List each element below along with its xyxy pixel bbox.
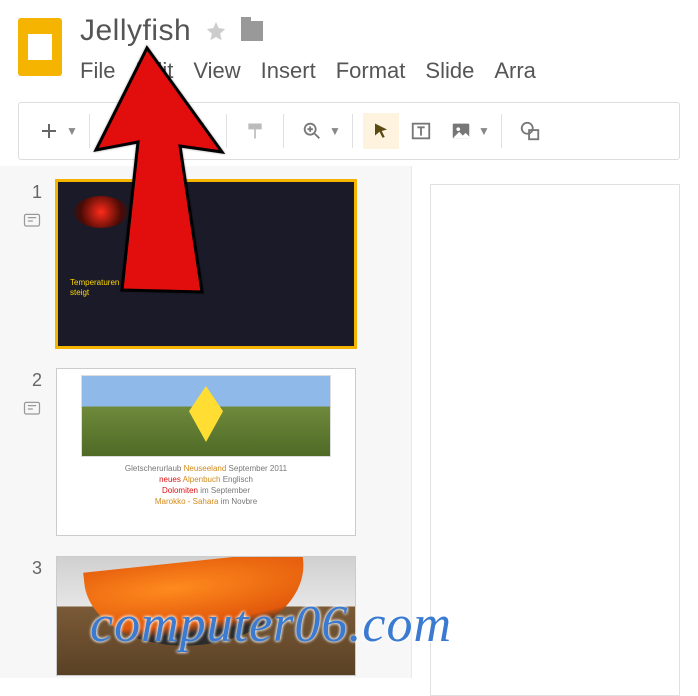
move-folder-icon[interactable] bbox=[241, 21, 263, 41]
star-icon[interactable] bbox=[205, 20, 227, 42]
speaker-notes-icon[interactable] bbox=[22, 211, 42, 227]
menu-bar: File Edit View Insert Format Slide Arra bbox=[80, 56, 536, 84]
slide-number: 3 bbox=[22, 556, 42, 579]
menu-file[interactable]: File bbox=[80, 58, 115, 84]
image-tool[interactable] bbox=[443, 113, 479, 149]
textbox-tool[interactable] bbox=[403, 113, 439, 149]
image-dropdown[interactable]: ▼ bbox=[477, 113, 491, 149]
slide-thumb-2[interactable]: Gletscherurlaub Neuseeland September 201… bbox=[56, 368, 356, 536]
select-tool[interactable] bbox=[363, 113, 399, 149]
speaker-notes-icon[interactable] bbox=[22, 399, 42, 415]
slide-number: 2 bbox=[22, 368, 42, 391]
toolbar: ▼ ▼ ▼ bbox=[18, 102, 680, 160]
zoom-dropdown[interactable]: ▼ bbox=[328, 113, 342, 149]
menu-insert[interactable]: Insert bbox=[261, 58, 316, 84]
menu-slide[interactable]: Slide bbox=[425, 58, 474, 84]
zoom-button[interactable] bbox=[294, 113, 330, 149]
slides-logo bbox=[18, 18, 62, 76]
slide-thumb-1[interactable]: Temperaturen vorra steigt bbox=[56, 180, 356, 348]
redo-button[interactable] bbox=[140, 113, 176, 149]
menu-format[interactable]: Format bbox=[336, 58, 406, 84]
slide-number: 1 bbox=[22, 180, 42, 203]
slide2-text: Gletscherurlaub Neuseeland September 201… bbox=[57, 463, 355, 507]
undo-button[interactable] bbox=[100, 113, 136, 149]
shape-tool[interactable] bbox=[512, 113, 548, 149]
menu-arrange[interactable]: Arra bbox=[494, 58, 536, 84]
slide-canvas[interactable] bbox=[412, 166, 698, 678]
new-slide-dropdown[interactable]: ▼ bbox=[65, 113, 79, 149]
slide1-caption: Temperaturen vorra steigt bbox=[70, 278, 140, 298]
document-title[interactable]: Jellyfish bbox=[80, 14, 191, 48]
menu-view[interactable]: View bbox=[193, 58, 240, 84]
menu-edit[interactable]: Edit bbox=[135, 58, 173, 84]
new-slide-button[interactable] bbox=[31, 113, 67, 149]
paint-format-button[interactable] bbox=[237, 113, 273, 149]
watermark: computer06.com bbox=[90, 595, 452, 654]
print-button[interactable] bbox=[180, 113, 216, 149]
